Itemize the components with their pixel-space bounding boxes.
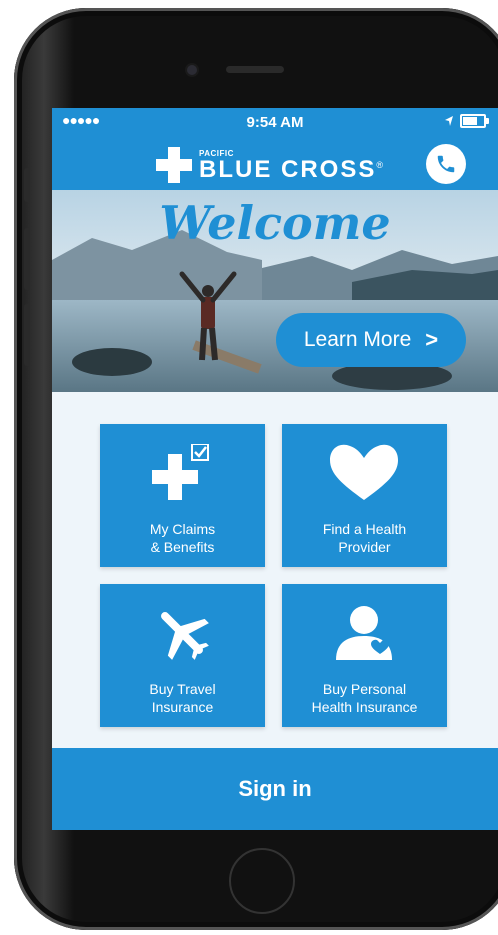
phone-icon: [437, 155, 455, 173]
welcome-title: Welcome: [159, 196, 391, 250]
my-claims-benefits-tile[interactable]: My Claims & Benefits: [100, 424, 265, 567]
brand-name-text: BLUE CROSS: [199, 156, 377, 183]
chevron-right-icon: >: [425, 327, 439, 352]
front-camera: [187, 65, 197, 75]
medical-cross-check-icon: [152, 444, 209, 500]
call-button[interactable]: [426, 144, 466, 184]
sign-in-button[interactable]: Sign in: [52, 748, 498, 830]
location-arrow-icon: [445, 116, 453, 126]
home-button[interactable]: [229, 848, 295, 914]
status-time: 9:54 AM: [246, 114, 304, 131]
status-right: [444, 114, 489, 128]
status-bar: ●●●●● 9:54 AM: [52, 108, 498, 138]
person-heart-icon: [336, 606, 392, 660]
find-health-provider-tile[interactable]: Find a Health Provider: [282, 424, 447, 567]
buy-travel-insurance-label: Buy Travel Insurance: [149, 681, 216, 715]
registered-mark: ®: [376, 160, 385, 170]
buy-personal-health-insurance-label: Buy Personal Health Insurance: [311, 681, 418, 715]
learn-more-label: Learn More: [303, 328, 412, 351]
brand-name: BLUE CROSS®: [199, 156, 385, 184]
airplane-icon: [161, 612, 209, 660]
buy-travel-insurance-tile[interactable]: Buy Travel Insurance: [100, 584, 265, 727]
welcome-banner: Welcome Learn More >: [52, 190, 498, 392]
volume-down-button: [24, 304, 30, 366]
sign-in-label: Sign in: [238, 776, 312, 801]
heart-icon: [330, 444, 398, 500]
app-header: PACIFIC BLUE CROSS®: [52, 138, 498, 190]
find-health-provider-label: Find a Health Provider: [322, 521, 407, 555]
volume-up-button: [24, 228, 30, 290]
blue-cross-logo-icon: [156, 147, 192, 183]
my-claims-benefits-label: My Claims & Benefits: [149, 521, 216, 555]
earpiece-speaker: [226, 66, 284, 73]
mute-switch: [24, 168, 30, 202]
learn-more-button[interactable]: Learn More >: [276, 313, 466, 367]
buy-personal-health-insurance-tile[interactable]: Buy Personal Health Insurance: [282, 584, 447, 727]
app-screen: ●●●●● 9:54 AM PACIFIC BLUE CROSS® Welcom…: [52, 108, 498, 830]
battery-icon: [460, 114, 489, 128]
